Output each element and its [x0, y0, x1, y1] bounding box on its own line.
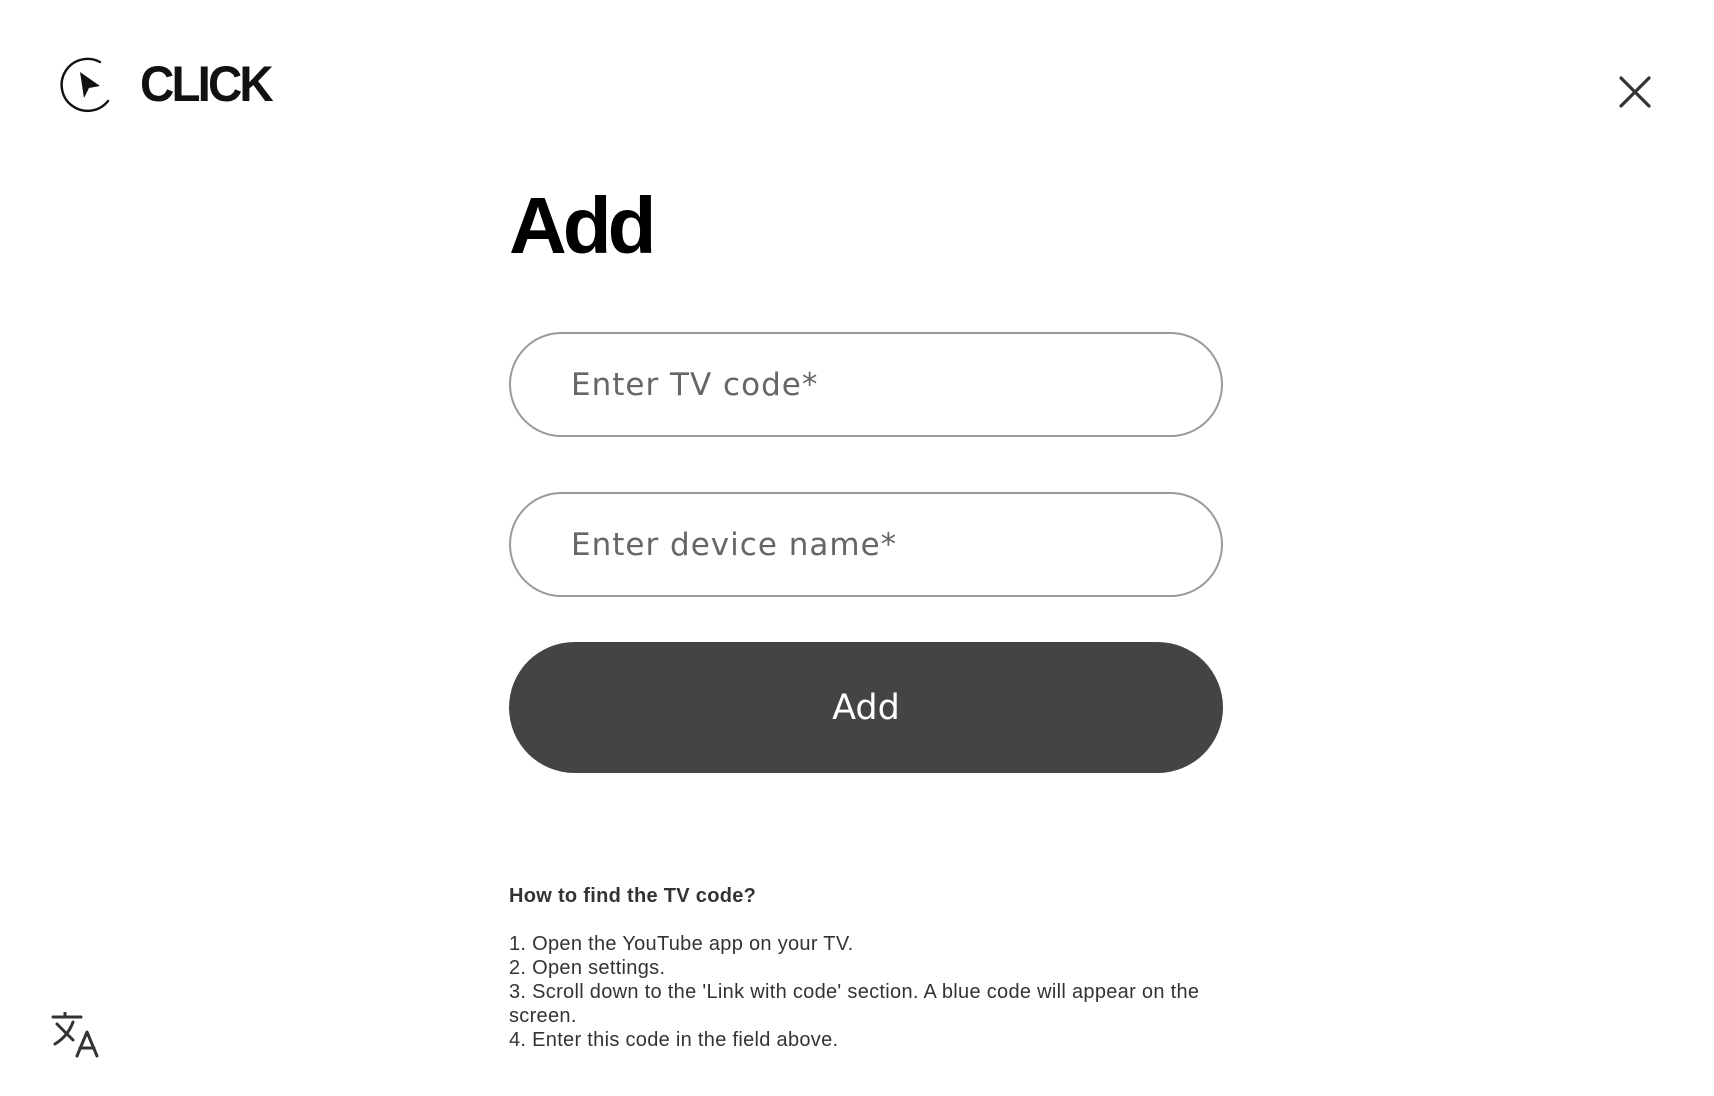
help-section: How to find the TV code? 1. Open the You… [509, 884, 1223, 1052]
tv-code-input[interactable] [511, 334, 1221, 435]
page-title: Add [509, 181, 657, 270]
play-cursor-circle-icon [60, 57, 110, 112]
device-name-field [509, 492, 1223, 597]
help-step: 4. Enter this code in the field above. [509, 1029, 839, 1051]
device-name-input[interactable] [511, 494, 1221, 595]
help-title: How to find the TV code? [509, 885, 757, 907]
translate-icon [51, 1012, 99, 1058]
help-step: 3. Scroll down to the 'Link with code' s… [509, 981, 1200, 1027]
help-step: 2. Open settings. [509, 957, 666, 979]
logo[interactable]: CLICK [56, 52, 278, 116]
add-device-page: CLICK Add Add How to find the TV code? 1… [0, 0, 1714, 1096]
logo-text: CLICK [140, 56, 274, 112]
language-button[interactable] [50, 1012, 100, 1058]
add-button[interactable]: Add [509, 642, 1223, 773]
tv-code-field [509, 332, 1223, 437]
help-steps: 1. Open the YouTube app on your TV. 2. O… [509, 932, 1223, 1052]
close-button[interactable] [1617, 74, 1653, 110]
help-step: 1. Open the YouTube app on your TV. [509, 933, 854, 955]
close-icon [1619, 76, 1651, 108]
